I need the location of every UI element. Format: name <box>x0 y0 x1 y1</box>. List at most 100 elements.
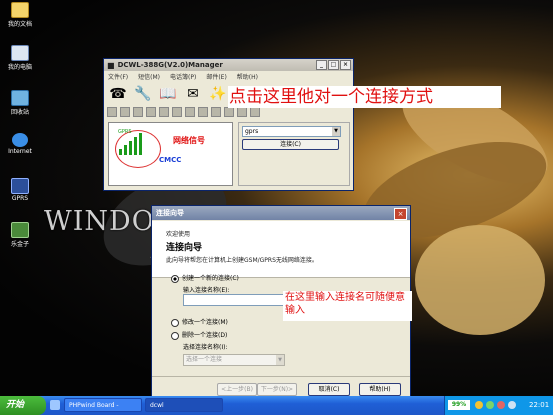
manager-title: DCWL-388G(V2.0)Manager <box>117 61 223 69</box>
computer-icon <box>11 45 29 61</box>
next-button[interactable]: 下一步(N)> <box>257 383 297 396</box>
manager-secondary-toolbar <box>104 107 353 117</box>
phonebook-icon[interactable]: 📖 <box>159 85 177 103</box>
toolbar-small-icon[interactable] <box>198 107 208 117</box>
close-button[interactable]: × <box>394 208 407 220</box>
toolbar-small-icon[interactable] <box>133 107 143 117</box>
start-label: 开始 <box>6 400 25 410</box>
radio-modify[interactable] <box>171 318 179 327</box>
annotation-enter-name: 在这里输入连接名可随便意输入 <box>283 291 412 321</box>
phone-icon[interactable]: ☎ <box>109 85 127 103</box>
desktop-icon-label: 回收站 <box>10 109 29 116</box>
maximize-button[interactable]: □ <box>328 60 339 70</box>
toolbar-small-icon[interactable] <box>120 107 130 117</box>
desktop-icon-recycle-bin[interactable]: 回收站 <box>4 90 36 116</box>
wizard-header: 欢迎使用 连接向导 此向导将帮您在计算机上创建GSM/GPRS无线网络连接。 <box>152 221 410 278</box>
toolbar-small-icon[interactable] <box>146 107 156 117</box>
toolbar-small-icon[interactable] <box>211 107 221 117</box>
wizard-welcome: 欢迎使用 <box>166 231 191 238</box>
signal-bar <box>134 137 137 155</box>
connection-name-select[interactable]: 选择一个连接 ▼ <box>183 354 285 366</box>
desktop-icon-my-documents[interactable]: 我的文档 <box>4 2 36 28</box>
internet-explorer-icon <box>12 133 28 147</box>
toolbar-small-icon[interactable] <box>159 107 169 117</box>
connection-select-value: gprs <box>245 128 259 135</box>
wallpaper-logo: WINDO <box>44 206 155 237</box>
toolbar-small-icon[interactable] <box>250 107 260 117</box>
signal-bar <box>129 141 132 155</box>
signal-bar <box>119 149 122 155</box>
tray-icon[interactable] <box>486 401 494 409</box>
manager-titlebar[interactable]: ■ DCWL-388G(V2.0)Manager _ □ × <box>104 59 353 71</box>
radio-delete[interactable] <box>171 331 179 340</box>
option-modify-connection[interactable]: 修改一个连接(M) <box>171 317 228 327</box>
menu-file[interactable]: 文件(F) <box>108 72 128 81</box>
app-icon: ■ <box>107 60 115 70</box>
desktop-icon-label: GPRS <box>11 195 29 202</box>
wizard-title: 连接向导 <box>156 209 184 217</box>
option-modify-label: 修改一个连接(M) <box>182 319 228 326</box>
wizard-titlebar[interactable]: 连接向导 <box>152 206 410 220</box>
toolbar-small-icon[interactable] <box>107 107 117 117</box>
taskbar-item-label: PHPwind Board - <box>69 402 119 409</box>
tray-icon[interactable] <box>475 401 483 409</box>
carrier-name: CMCC <box>159 156 182 164</box>
desktop-icon-label: 我的电脑 <box>7 64 32 71</box>
connection-panel: gprs ▼ 连接(C) <box>238 122 350 186</box>
tools-icon[interactable]: 🔧 <box>134 85 152 103</box>
desktop-icon-internet[interactable]: Internet <box>4 133 36 155</box>
recycle-bin-icon <box>11 90 29 106</box>
help-button[interactable]: 帮助(H) <box>359 383 401 396</box>
taskbar-item-dcwl[interactable]: dcwl <box>145 398 223 412</box>
app-icon <box>11 222 29 238</box>
tray-icon[interactable] <box>497 401 505 409</box>
toolbar-small-icon[interactable] <box>172 107 182 117</box>
annotation-click-here: 点击这里他对一个连接方式 <box>228 86 501 108</box>
desktop-icon-label: 我的文档 <box>7 21 32 28</box>
battery-indicator[interactable]: 99% <box>448 400 470 410</box>
chevron-down-icon[interactable]: ▼ <box>332 127 340 136</box>
minimize-button[interactable]: _ <box>316 60 327 70</box>
connection-select[interactable]: gprs ▼ <box>242 126 341 137</box>
start-button[interactable]: 开始 <box>0 396 46 415</box>
wizard-description: 此向导将帮您在计算机上创建GSM/GPRS无线网络连接。 <box>166 257 318 264</box>
folder-icon <box>11 2 29 18</box>
connection-name-input[interactable] <box>183 294 285 306</box>
option-create-connection[interactable]: 创建一个新的连接(C) <box>171 273 239 283</box>
toolbar-small-icon[interactable] <box>224 107 234 117</box>
connect-button[interactable]: 连接(C) <box>242 139 339 150</box>
clock: 22:01 <box>529 401 550 409</box>
menu-help[interactable]: 帮助(H) <box>237 72 258 81</box>
desktop-icon-my-computer[interactable]: 我的电脑 <box>4 45 36 71</box>
toolbar-small-icon[interactable] <box>185 107 195 117</box>
desktop-icon-gprs[interactable]: GPRS <box>4 178 36 202</box>
menu-sms[interactable]: 短信(M) <box>138 72 160 81</box>
taskbar-item-label: dcwl <box>150 402 164 409</box>
wallpaper-petal <box>415 225 545 335</box>
taskbar-item-phpwind[interactable]: PHPwind Board - <box>64 398 142 412</box>
connection-name-label: 输入连接名称(E): <box>183 287 230 294</box>
gprs-icon <box>11 178 29 194</box>
back-button[interactable]: <上一步(B) <box>217 383 257 396</box>
signal-bar <box>124 145 127 155</box>
chevron-down-icon[interactable]: ▼ <box>276 355 284 365</box>
tray-icon[interactable] <box>508 401 516 409</box>
desktop-icon-app[interactable]: 乐金子 <box>4 222 36 248</box>
taskbar: 开始 PHPwind Board - dcwl 99% 22:01 <box>0 396 553 415</box>
quick-launch-icon[interactable] <box>50 400 60 410</box>
divider <box>152 376 410 377</box>
connect-wand-icon[interactable]: ✨ <box>209 85 227 103</box>
radio-create[interactable] <box>171 274 179 283</box>
signal-panel: GPRS 网络信号 CMCC <box>108 122 233 186</box>
menu-phonebook[interactable]: 电话簿(P) <box>170 72 196 81</box>
desktop-icon-label: Internet <box>8 148 32 155</box>
toolbar-small-icon[interactable] <box>237 107 247 117</box>
mail-icon[interactable]: ✉ <box>184 85 202 103</box>
system-tray: 99% 22:01 <box>444 396 553 415</box>
menu-mail[interactable]: 邮件(E) <box>206 72 226 81</box>
gprs-mark: GPRS <box>118 129 132 135</box>
cancel-button[interactable]: 取消(C) <box>308 383 350 396</box>
option-delete-connection[interactable]: 删除一个连接(D) <box>171 330 227 340</box>
desktop-icon-label: 乐金子 <box>10 241 29 248</box>
close-button[interactable]: × <box>340 60 351 70</box>
